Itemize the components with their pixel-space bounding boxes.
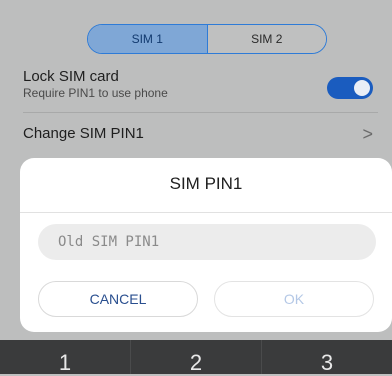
change-pin-row[interactable]: Change SIM PIN1 > — [23, 124, 373, 146]
lock-sim-row[interactable]: Lock SIM card Require PIN1 to use phone — [23, 67, 373, 105]
lock-sim-toggle[interactable] — [327, 77, 373, 99]
ok-button[interactable]: OK — [214, 281, 374, 317]
old-pin-input[interactable]: Old SIM PIN1 — [38, 224, 376, 260]
chevron-right-icon: > — [362, 124, 373, 144]
tab-sim2[interactable]: SIM 2 — [206, 25, 326, 53]
change-pin-label: Change SIM PIN1 — [23, 125, 144, 142]
cancel-button[interactable]: CANCEL — [38, 281, 198, 317]
lock-sim-title: Lock SIM card — [23, 68, 119, 85]
key-2[interactable]: 2 — [131, 340, 262, 375]
row-divider — [23, 112, 378, 113]
sim-selector: SIM 1 SIM 2 — [87, 24, 327, 54]
numeric-keypad: 1 2 3 — [0, 340, 392, 375]
lock-sim-subtitle: Require PIN1 to use phone — [23, 86, 168, 100]
key-3[interactable]: 3 — [262, 340, 392, 375]
sim-pin-dialog: SIM PIN1 Old SIM PIN1 CANCEL OK — [20, 158, 392, 332]
tab-sim1[interactable]: SIM 1 — [88, 25, 207, 53]
key-1[interactable]: 1 — [0, 340, 131, 375]
dialog-divider — [20, 212, 392, 213]
dialog-title: SIM PIN1 — [169, 174, 243, 193]
toggle-knob — [354, 80, 370, 96]
